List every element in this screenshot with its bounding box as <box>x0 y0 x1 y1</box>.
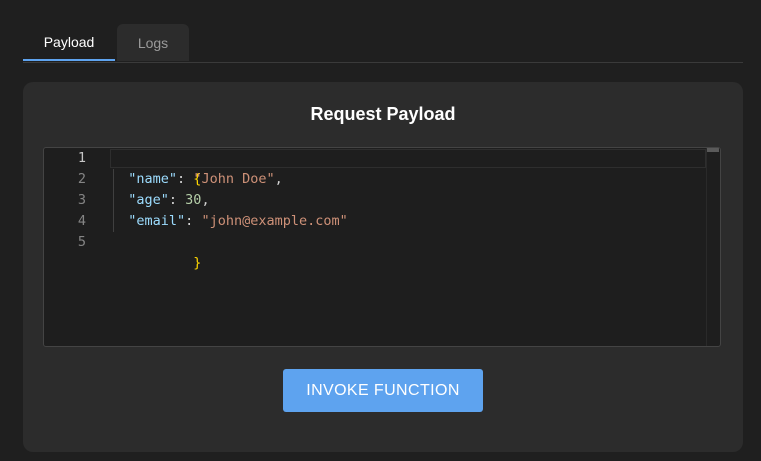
invoke-function-button[interactable]: INVOKE FUNCTION <box>283 369 483 412</box>
tab-payload[interactable]: Payload <box>23 24 115 61</box>
json-separator: : <box>177 171 194 187</box>
json-string-value: "john@example.com" <box>201 213 348 229</box>
function-invoke-view: Payload Logs Request Payload 1 2 3 4 5 {… <box>0 0 761 461</box>
json-separator: : <box>168 192 186 208</box>
tab-bar: Payload Logs <box>23 24 743 63</box>
editor-scrollbar[interactable] <box>706 148 720 346</box>
line-number-gutter: 1 2 3 4 5 <box>44 148 94 346</box>
panel-title: Request Payload <box>310 104 456 124</box>
line-number: 5 <box>77 234 86 250</box>
code-line: "name": "John Doe", <box>112 169 283 190</box>
json-close-brace: } <box>193 255 202 271</box>
line-number: 3 <box>77 192 86 208</box>
code-text-area[interactable]: { "name": "John Doe", "age": 30, "email"… <box>110 148 706 346</box>
code-line: "email": "john@example.com" <box>112 211 348 232</box>
line-number: 4 <box>77 213 86 229</box>
payload-code-editor[interactable]: 1 2 3 4 5 { "name": "John Doe", "age": 3… <box>43 147 721 347</box>
code-line: } <box>112 232 201 295</box>
json-string-value: "John Doe" <box>193 171 275 187</box>
line-number: 1 <box>77 150 86 166</box>
json-separator: : <box>185 213 202 229</box>
request-payload-panel: Request Payload 1 2 3 4 5 { "name": "Joh… <box>23 82 743 452</box>
json-comma: , <box>274 171 283 187</box>
tab-logs[interactable]: Logs <box>117 24 189 61</box>
json-key: "email" <box>128 213 186 229</box>
json-key: "age" <box>128 192 169 208</box>
scrollbar-thumb[interactable] <box>707 148 719 152</box>
line-number: 2 <box>77 171 86 187</box>
code-line: "age": 30, <box>112 190 210 211</box>
json-comma: , <box>201 192 210 208</box>
json-key: "name" <box>128 171 178 187</box>
json-number-value: 30 <box>185 192 202 208</box>
